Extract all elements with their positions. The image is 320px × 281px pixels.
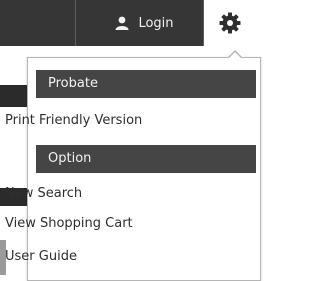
- menu-item-user-guide[interactable]: User Guide: [0, 246, 256, 268]
- settings-button[interactable]: [204, 0, 256, 46]
- dropdown-caret-fill: [228, 52, 242, 59]
- menu-item-view-cart[interactable]: View Shopping Cart: [0, 213, 256, 235]
- background-bar: [0, 85, 30, 107]
- top-bar: Login: [0, 0, 256, 46]
- user-icon: [115, 16, 129, 30]
- topbar-divider: [75, 0, 76, 46]
- login-label: Login: [138, 15, 174, 31]
- gear-icon: [219, 12, 241, 34]
- menu-item-new-search[interactable]: New Search: [0, 183, 256, 205]
- login-button[interactable]: Login: [86, 0, 203, 46]
- section-header-option: Option: [36, 145, 256, 173]
- section-header-probate: Probate: [36, 70, 256, 98]
- menu-item-print-friendly[interactable]: Print Friendly Version: [0, 110, 256, 132]
